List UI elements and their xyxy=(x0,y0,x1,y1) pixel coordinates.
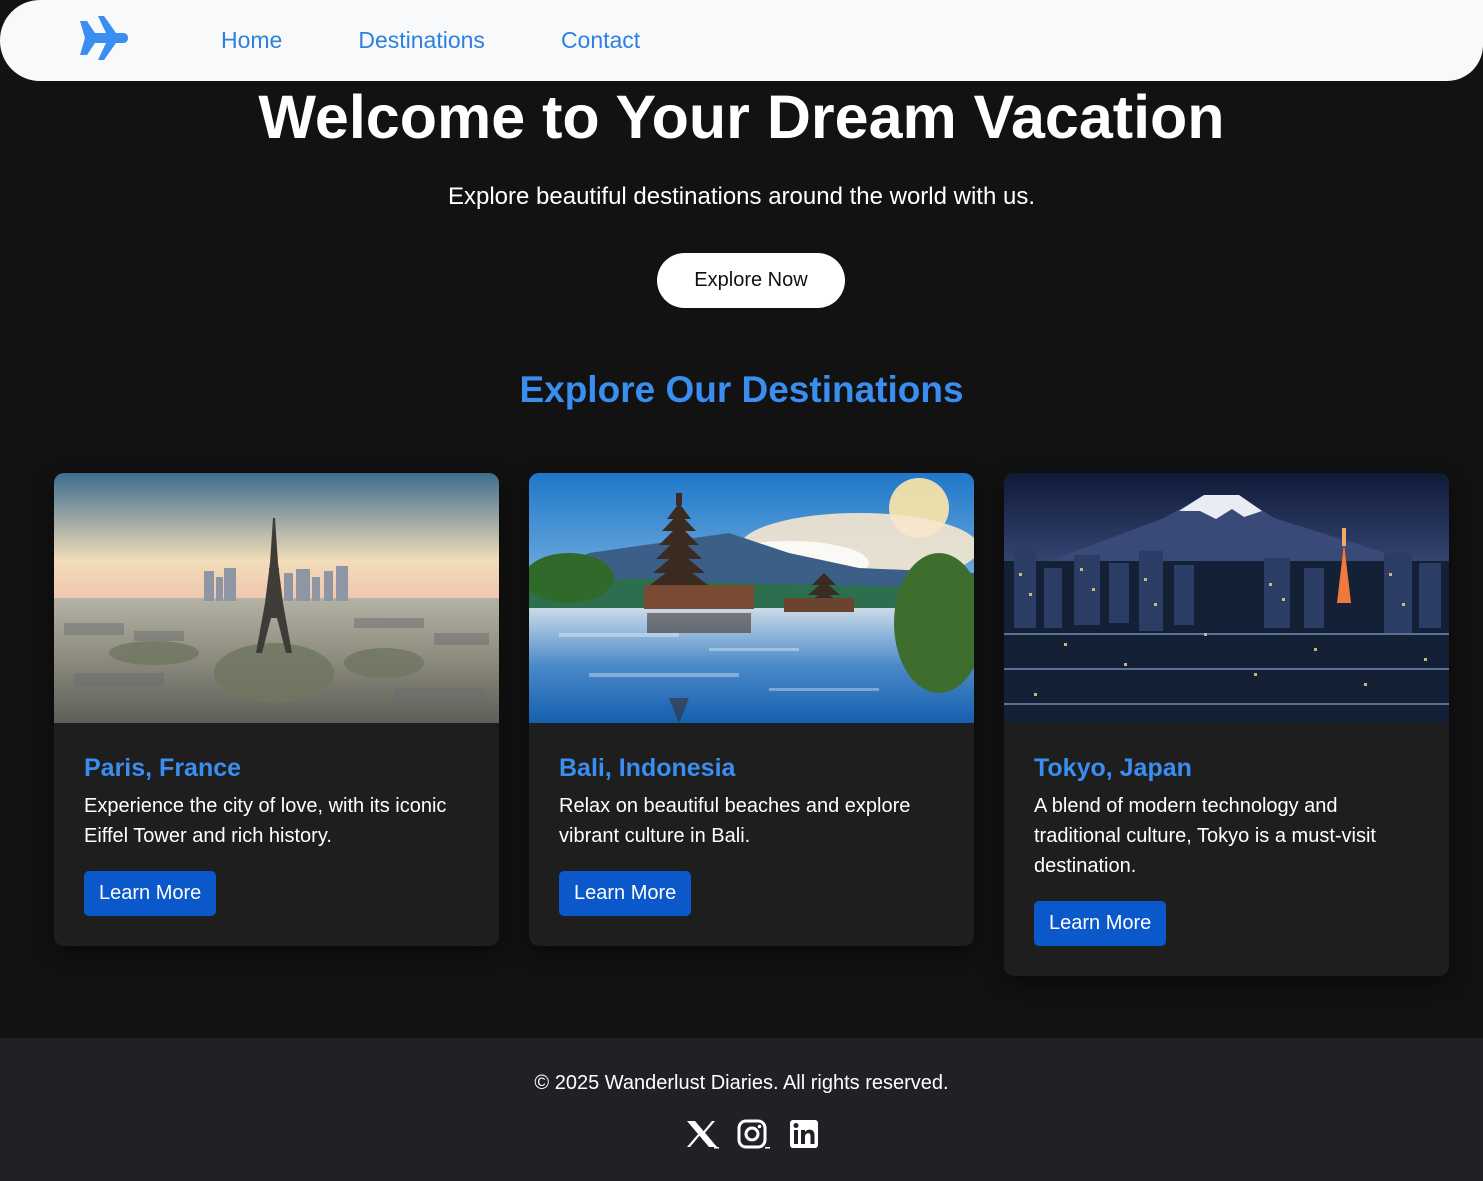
card-title: Bali, Indonesia xyxy=(559,754,736,782)
nav-link-contact[interactable]: Contact xyxy=(561,26,640,54)
x-icon[interactable] xyxy=(684,1118,720,1150)
nav-link-home[interactable]: Home xyxy=(221,26,282,54)
social-links xyxy=(684,1118,840,1150)
destinations-heading: Explore Our Destinations xyxy=(519,369,964,410)
card-text: Relax on beautiful beaches and explore v… xyxy=(559,795,911,847)
card-body: Bali, Indonesia Relax on beautiful beach… xyxy=(529,723,974,946)
learn-more-button[interactable]: Learn More xyxy=(84,871,217,916)
card-body: Tokyo, Japan A blend of modern technolog… xyxy=(1004,723,1449,976)
card-title: Paris, France xyxy=(84,754,242,782)
bali-image xyxy=(529,473,974,723)
navbar: Home Destinations Contact xyxy=(0,0,1483,81)
tokyo-image xyxy=(1004,473,1449,723)
learn-more-button[interactable]: Learn More xyxy=(559,871,692,916)
destination-card-paris: Paris, France Experience the city of lov… xyxy=(54,473,499,946)
card-text: Experience the city of love, with its ic… xyxy=(84,795,447,847)
hero-title: Welcome to Your Dream Vacation xyxy=(258,83,1225,151)
card-text: A blend of modern technology and traditi… xyxy=(1034,795,1376,877)
airplane-icon[interactable] xyxy=(76,15,128,61)
destination-card-tokyo: Tokyo, Japan A blend of modern technolog… xyxy=(1004,473,1449,976)
footer: © 2025 Wanderlust Diaries. All rights re… xyxy=(0,1038,1483,1181)
linkedin-icon[interactable] xyxy=(788,1118,824,1150)
learn-more-button[interactable]: Learn More xyxy=(1034,901,1167,946)
nav-link-destinations[interactable]: Destinations xyxy=(358,26,485,54)
hero-subtitle: Explore beautiful destinations around th… xyxy=(447,183,1035,210)
paris-image xyxy=(54,473,499,723)
explore-now-button[interactable]: Explore Now xyxy=(657,253,845,308)
card-body: Paris, France Experience the city of lov… xyxy=(54,723,499,946)
card-title: Tokyo, Japan xyxy=(1034,754,1192,782)
copyright-text: © 2025 Wanderlust Diaries. All rights re… xyxy=(534,1072,949,1094)
instagram-icon[interactable] xyxy=(736,1118,772,1150)
nav-links: Home Destinations Contact xyxy=(221,26,716,54)
destination-card-bali: Bali, Indonesia Relax on beautiful beach… xyxy=(529,473,974,946)
